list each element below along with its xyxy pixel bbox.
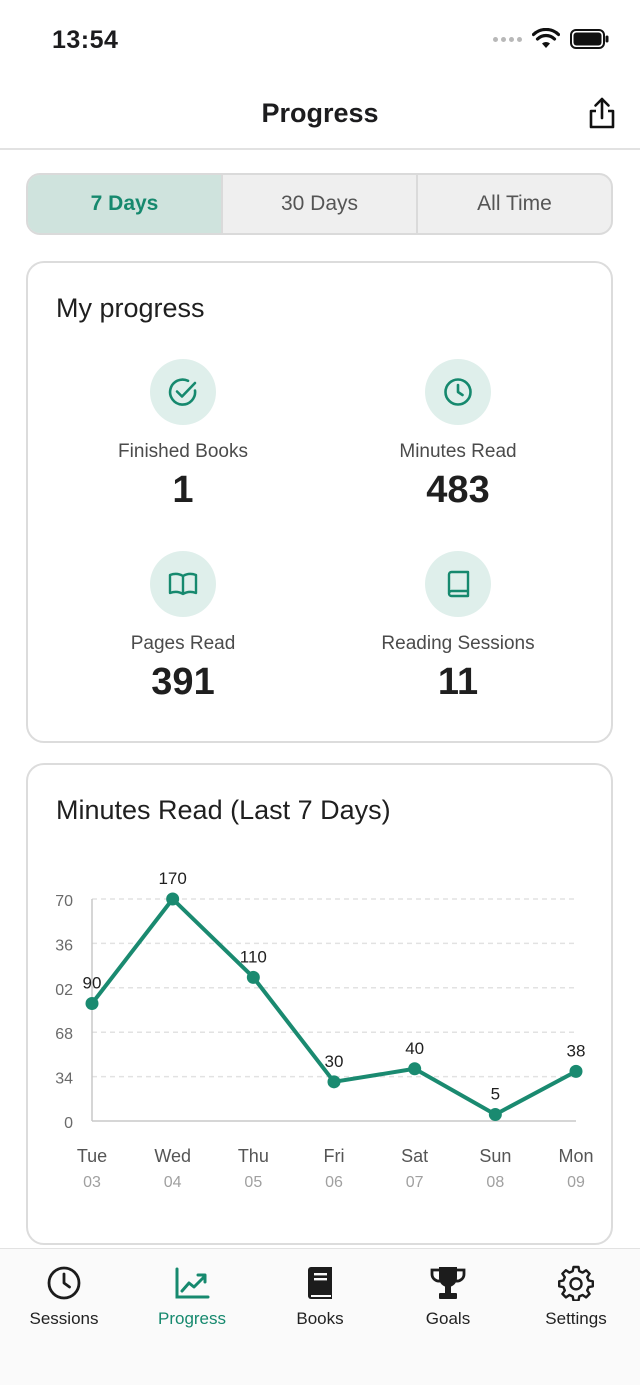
data-label: 40 bbox=[405, 1039, 424, 1058]
tab-label: Goals bbox=[425, 1309, 471, 1328]
tab-progress[interactable]: Progress bbox=[128, 1249, 256, 1385]
stat-label: Finished Books bbox=[118, 441, 248, 462]
open-book-icon bbox=[150, 551, 216, 617]
page-title: Progress bbox=[261, 98, 379, 128]
data-point bbox=[488, 1107, 502, 1121]
chart-icon bbox=[172, 1263, 212, 1303]
share-icon bbox=[589, 97, 615, 129]
navigation-bar: Progress bbox=[0, 80, 640, 150]
x-tick-label: Mon bbox=[558, 1146, 593, 1166]
signal-icon bbox=[493, 36, 522, 42]
status-time: 13:54 bbox=[52, 26, 119, 54]
y-tick-label: 70 bbox=[55, 893, 73, 910]
gear-icon bbox=[556, 1263, 596, 1303]
book-icon bbox=[425, 551, 491, 617]
share-button[interactable] bbox=[586, 94, 618, 132]
x-tick-label: Fri bbox=[324, 1146, 345, 1166]
tab-goals[interactable]: Goals bbox=[384, 1249, 512, 1385]
check-circle-icon bbox=[150, 359, 216, 425]
bottom-tab-bar: Sessions Progress Books Goals Settings bbox=[0, 1248, 640, 1385]
tab-label: Books bbox=[296, 1309, 344, 1328]
data-label: 170 bbox=[158, 869, 186, 888]
trophy-icon bbox=[428, 1263, 468, 1303]
x-tick-sublabel: 03 bbox=[83, 1174, 101, 1191]
x-tick-label: Tue bbox=[77, 1146, 107, 1166]
data-label: 90 bbox=[83, 973, 102, 992]
my-progress-card: My progress Finished Books 1 Minutes Rea… bbox=[26, 261, 613, 743]
range-segmented-control: 7 Days 30 Days All Time bbox=[26, 173, 613, 235]
minutes-read-chart-card: Minutes Read (Last 7 Days) 0 34 68 02 36 70 Tu… bbox=[26, 763, 613, 1245]
range-tab-30-days[interactable]: 30 Days bbox=[223, 175, 418, 233]
stat-minutes-read: Minutes Read 483 bbox=[328, 359, 588, 512]
x-tick-sublabel: 07 bbox=[406, 1174, 424, 1191]
x-tick-sublabel: 09 bbox=[567, 1174, 585, 1191]
tab-settings[interactable]: Settings bbox=[512, 1249, 640, 1385]
data-label: 38 bbox=[567, 1041, 586, 1060]
y-tick-label: 02 bbox=[55, 982, 73, 999]
x-tick-sublabel: 04 bbox=[164, 1174, 182, 1191]
stat-value: 1 bbox=[172, 469, 194, 511]
x-tick-label: Wed bbox=[154, 1146, 191, 1166]
y-tick-label: 36 bbox=[55, 937, 73, 954]
stat-label: Minutes Read bbox=[399, 441, 517, 462]
y-tick-label: 68 bbox=[55, 1026, 73, 1043]
data-point bbox=[569, 1064, 583, 1078]
stat-pages-read: Pages Read 391 bbox=[53, 551, 313, 704]
tab-label: Progress bbox=[157, 1309, 227, 1328]
x-tick-label: Thu bbox=[238, 1146, 269, 1166]
data-label: 110 bbox=[240, 947, 267, 966]
data-point bbox=[246, 970, 260, 984]
x-tick-sublabel: 08 bbox=[486, 1174, 504, 1191]
x-tick-label: Sun bbox=[479, 1146, 511, 1166]
data-label: 30 bbox=[325, 1052, 344, 1071]
data-point bbox=[166, 892, 180, 906]
battery-icon bbox=[570, 29, 609, 49]
tab-books[interactable]: Books bbox=[256, 1249, 384, 1385]
y-tick-label: 0 bbox=[64, 1115, 73, 1132]
tab-sessions[interactable]: Sessions bbox=[0, 1249, 128, 1385]
stat-finished-books: Finished Books 1 bbox=[53, 359, 313, 512]
stat-value: 483 bbox=[426, 469, 490, 511]
data-point bbox=[408, 1062, 422, 1076]
my-progress-title: My progress bbox=[56, 293, 205, 323]
status-bar: 13:54 bbox=[0, 0, 640, 80]
x-tick-label: Sat bbox=[401, 1146, 428, 1166]
x-tick-sublabel: 05 bbox=[244, 1174, 262, 1191]
stat-label: Pages Read bbox=[130, 633, 236, 654]
book-icon bbox=[300, 1263, 340, 1303]
y-tick-label: 34 bbox=[55, 1071, 73, 1088]
data-point bbox=[85, 996, 99, 1010]
minutes-read-line-chart: 0 34 68 02 36 70 Tue 03 Wed 04 Thu 05 Fri 06 Sat 07 Sun 0… bbox=[55, 869, 593, 1191]
clock-icon bbox=[425, 359, 491, 425]
x-tick-sublabel: 06 bbox=[325, 1174, 343, 1191]
data-label: 5 bbox=[491, 1084, 500, 1103]
stat-value: 391 bbox=[151, 661, 215, 703]
status-icons bbox=[493, 28, 610, 50]
stat-label: Reading Sessions bbox=[381, 633, 535, 654]
tab-label: Sessions bbox=[29, 1309, 99, 1328]
wifi-icon bbox=[532, 28, 560, 48]
range-tab-all-time[interactable]: All Time bbox=[418, 175, 611, 233]
range-tab-7-days[interactable]: 7 Days bbox=[28, 175, 223, 233]
data-point bbox=[327, 1075, 341, 1089]
stat-reading-sessions: Reading Sessions 11 bbox=[328, 551, 588, 704]
tab-label: Settings bbox=[545, 1309, 607, 1328]
stat-value: 11 bbox=[437, 661, 479, 703]
clock-icon bbox=[44, 1263, 84, 1303]
